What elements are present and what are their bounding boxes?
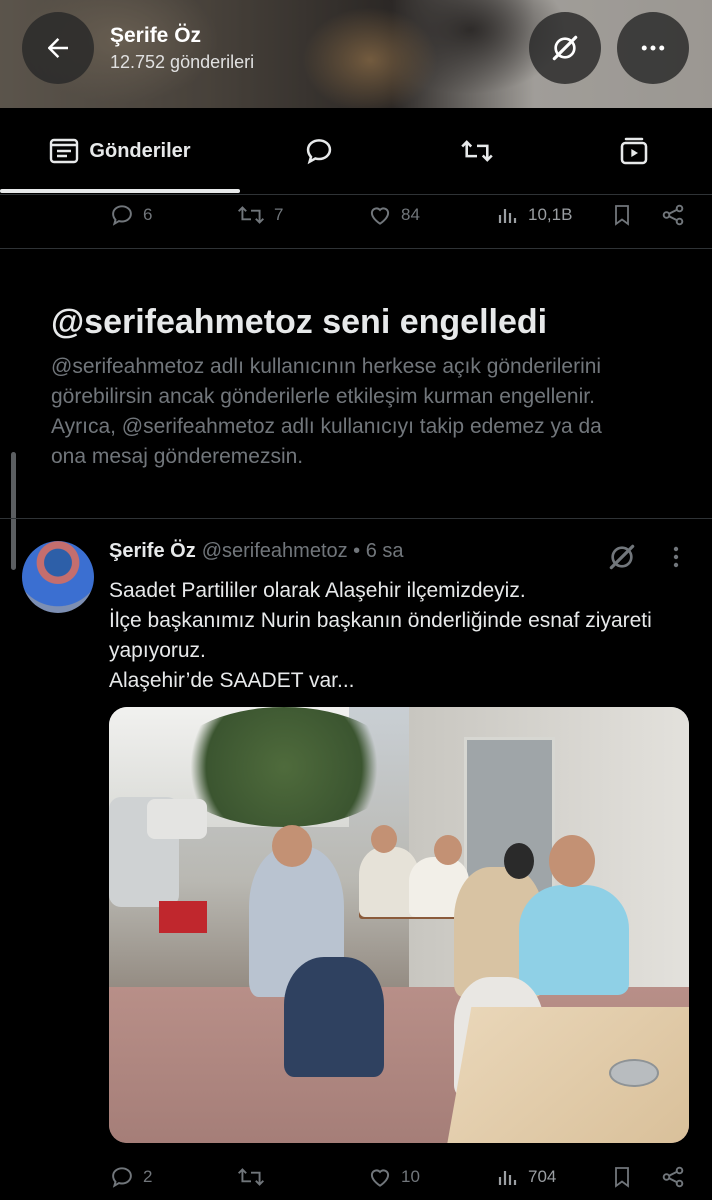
header-info: Şerife Öz 12.752 gönderileri — [110, 24, 254, 73]
profile-tabs: Gönderiler — [0, 108, 712, 195]
photo-car — [147, 799, 207, 839]
banner-shade — [0, 0, 712, 108]
tweet-more-button[interactable] — [664, 541, 688, 578]
bookmark-icon — [615, 1167, 629, 1188]
views-icon — [498, 209, 517, 223]
more-vertical-icon — [673, 546, 679, 568]
replies-icon — [306, 139, 332, 165]
reply-count: 2 — [143, 1167, 153, 1186]
tab-posts-label: Gönderiler — [89, 139, 191, 162]
photo-person-head — [434, 835, 462, 865]
repost-button[interactable] — [236, 1157, 274, 1197]
bookmark-icon — [615, 205, 629, 226]
photo-person-head — [371, 825, 397, 853]
tweet-text-line: İlçe başkanımız Nurin başkanın önderliği… — [109, 609, 652, 632]
share-icon — [662, 1166, 684, 1188]
arrow-left-icon — [48, 38, 68, 58]
blocked-body: @serifeahmetoz adlı kullanıcının herkese… — [51, 352, 671, 472]
prev-like-count: 84 — [401, 205, 420, 224]
prev-share-button[interactable] — [660, 195, 686, 235]
scrollbar[interactable] — [11, 452, 16, 570]
bookmark-button[interactable] — [610, 1157, 634, 1197]
tweet-text-line: Alaşehir’de SAADET var... — [109, 669, 355, 692]
prev-bookmark-button[interactable] — [610, 195, 634, 235]
photo-person-head — [549, 835, 595, 887]
retweet-icon — [237, 1168, 265, 1186]
share-icon — [662, 204, 684, 226]
prev-tweet-actions: 6 7 84 10,1B — [0, 195, 712, 235]
media-icon — [620, 137, 648, 165]
blocked-body-line: Ayrıca, @serifeahmetoz adlı kullanıcıyı … — [51, 415, 602, 438]
photo-crate — [159, 901, 207, 933]
like-button[interactable]: 10 — [367, 1157, 420, 1197]
tab-media[interactable] — [556, 108, 712, 194]
posts-icon — [50, 138, 79, 164]
tweet-text: Saadet Partililer olarak Alaşehir ilçemi… — [109, 576, 699, 696]
prev-views-count: 10,1B — [528, 205, 573, 224]
heart-icon — [370, 1169, 390, 1187]
tweet-text-line: Saadet Partililer olarak Alaşehir ilçemi… — [109, 579, 526, 602]
reply-button[interactable]: 2 — [109, 1157, 152, 1197]
divider — [0, 518, 712, 519]
blocked-body-line: @serifeahmetoz adlı kullanıcının herkese… — [51, 355, 602, 378]
views-button[interactable]: 704 — [496, 1157, 556, 1197]
share-button[interactable] — [660, 1157, 686, 1197]
header-post-count: 12.752 gönderileri — [110, 52, 255, 72]
blocked-notice: @serifeahmetoz seni engelledi @serifeahm… — [51, 300, 671, 472]
tab-posts[interactable]: Gönderiler — [0, 108, 240, 194]
tweet-actions: 2 10 704 — [0, 1157, 712, 1197]
more-options-button[interactable] — [617, 12, 689, 84]
views-icon — [498, 1171, 517, 1185]
tab-reposts[interactable] — [398, 108, 556, 194]
profile-banner — [0, 0, 712, 108]
prev-like-button[interactable]: 84 — [367, 195, 420, 235]
prev-reply-button[interactable]: 6 — [109, 195, 152, 235]
tab-replies[interactable] — [240, 108, 398, 194]
tweet-author-name[interactable]: Şerife Öz — [109, 540, 196, 563]
photo-ashtray — [609, 1059, 659, 1087]
tweet-handle-time[interactable]: @serifeahmetoz • 6 sa — [202, 540, 404, 563]
grok-icon — [609, 544, 635, 570]
prev-repost-button[interactable]: 7 — [236, 195, 283, 235]
retweet-icon — [237, 206, 265, 224]
retweet-icon — [461, 140, 493, 162]
back-button[interactable] — [22, 12, 94, 84]
more-horizontal-icon — [641, 45, 665, 51]
photo-person — [519, 885, 629, 995]
prev-reply-count: 6 — [143, 205, 153, 224]
tweet-photo[interactable] — [109, 707, 689, 1143]
reply-icon — [112, 1167, 132, 1188]
photo-person-head — [272, 825, 312, 867]
blocked-body-line: görebilirsin ancak gönderilerle etkileşi… — [51, 385, 595, 408]
grok-icon — [552, 35, 578, 61]
active-tab-indicator — [0, 189, 240, 193]
heart-icon — [370, 207, 390, 225]
tweet-header: Şerife Öz @serifeahmetoz • 6 sa — [109, 540, 404, 563]
blocked-body-line: ona mesaj gönderemezsin. — [51, 445, 304, 468]
header-name: Şerife Öz — [110, 24, 202, 47]
blocked-title: @serifeahmetoz seni engelledi — [51, 303, 548, 341]
avatar[interactable] — [22, 541, 94, 613]
photo-person-head — [504, 843, 534, 879]
divider — [0, 248, 712, 249]
photo-person-legs — [284, 957, 384, 1077]
tweet-text-line: yapıyoruz. — [109, 639, 206, 662]
prev-repost-count: 7 — [274, 205, 284, 224]
prev-views-button[interactable]: 10,1B — [496, 195, 572, 235]
reply-icon — [112, 205, 132, 226]
grok-button[interactable] — [529, 12, 601, 84]
like-count: 10 — [401, 1167, 420, 1186]
tweet-grok-button[interactable] — [606, 541, 638, 578]
views-count: 704 — [528, 1167, 557, 1186]
